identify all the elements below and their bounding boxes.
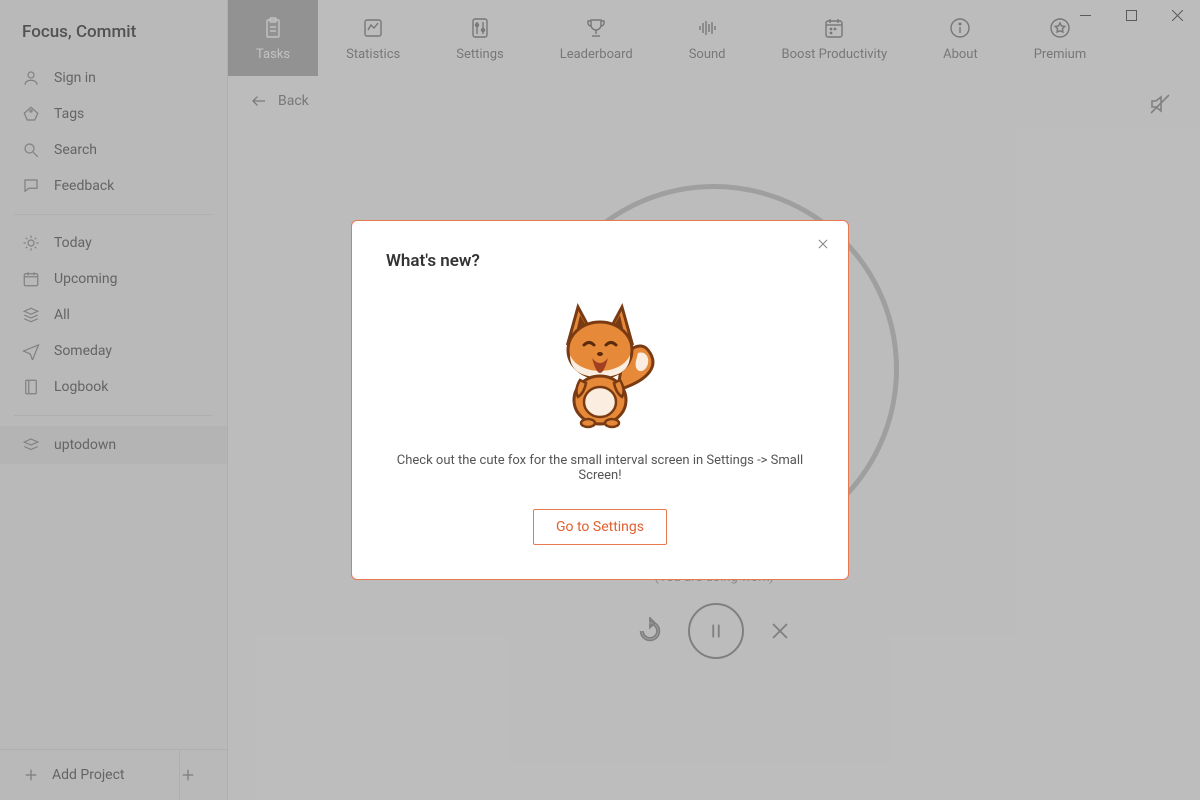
whats-new-modal: What's new? (351, 220, 849, 580)
fox-illustration (386, 295, 814, 435)
modal-body-text: Check out the cute fox for the small int… (386, 453, 814, 483)
go-to-settings-button[interactable]: Go to Settings (533, 509, 667, 545)
modal-title: What's new? (386, 251, 814, 271)
fox-icon (530, 295, 670, 435)
modal-close-button[interactable] (816, 237, 830, 251)
close-icon (816, 237, 830, 251)
modal-overlay[interactable]: What's new? (0, 0, 1200, 800)
